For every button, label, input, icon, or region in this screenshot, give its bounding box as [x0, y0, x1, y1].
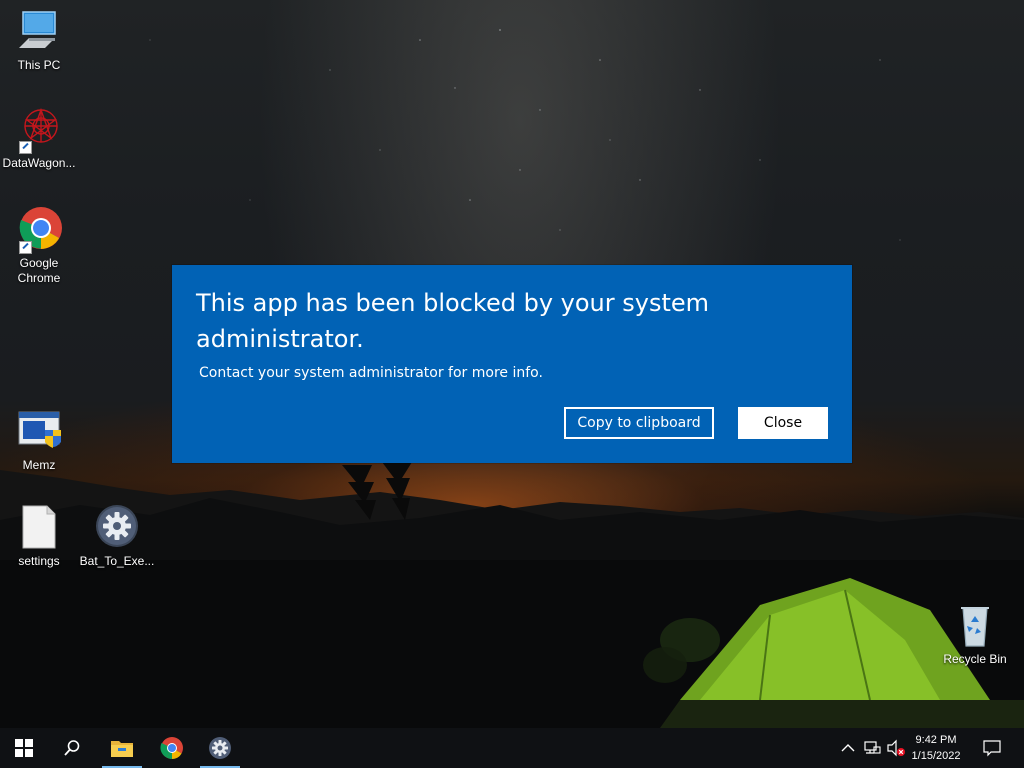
chrome-icon: [15, 206, 63, 254]
tray-clock[interactable]: 9:42 PM 1/15/2022: [906, 732, 966, 764]
dialog-message: Contact your system administrator for mo…: [199, 365, 543, 381]
blank-file-icon: [15, 504, 63, 552]
taskbar-chrome[interactable]: [148, 728, 196, 768]
desktop-icon-label: This PC: [17, 58, 61, 72]
chrome-icon: [160, 737, 183, 759]
taskbar-bat-to-exe[interactable]: [196, 728, 244, 768]
copy-to-clipboard-button[interactable]: Copy to clipboard: [564, 407, 714, 439]
desktop-icon-label: Memz: [22, 458, 56, 472]
network-icon[interactable]: [862, 738, 882, 758]
taskbar: 9:42 PM 1/15/2022: [0, 728, 1024, 768]
memz-icon: [15, 408, 63, 456]
computer-icon: [15, 8, 63, 56]
desktop-icon-recycle-bin[interactable]: Recycle Bin: [936, 602, 1014, 667]
desktop-icon-label: Recycle Bin: [943, 652, 1007, 666]
desktop-icon-this-pc[interactable]: This PC: [0, 8, 78, 73]
close-button[interactable]: Close: [738, 407, 828, 439]
desktop-icon-datawagon[interactable]: DataWagon...: [0, 106, 78, 171]
desktop-icon-label: Bat_To_Exe...: [79, 554, 155, 568]
desktop-icon-label: DataWagon...: [2, 156, 76, 170]
dialog-title: This app has been blocked by your system…: [196, 289, 710, 353]
clock-date: 1/15/2022: [911, 750, 961, 762]
desktop-icon-settings[interactable]: settings: [0, 504, 78, 569]
chevron-up-icon[interactable]: [838, 738, 858, 758]
clock-time: 9:42 PM: [915, 734, 957, 746]
search-button[interactable]: [48, 728, 96, 768]
notification-icon[interactable]: [982, 738, 1002, 758]
desktop-icon-memz[interactable]: Memz: [0, 408, 78, 473]
search-icon: [64, 740, 80, 756]
settings-gear-icon: [209, 737, 231, 759]
shortcut-arrow-icon: [19, 241, 32, 254]
gear-icon: [93, 504, 141, 552]
desktop-icon-bat-to-exe[interactable]: Bat_To_Exe...: [78, 504, 156, 569]
desktop-icon-label: settings: [18, 554, 60, 568]
blocked-app-dialog: This app has been blocked by your system…: [172, 265, 852, 463]
desktop-icon-google-chrome[interactable]: Google Chrome: [0, 206, 78, 286]
file-explorer-icon: [111, 741, 133, 757]
desktop-icon-label: Google Chrome: [17, 256, 61, 285]
datawagon-icon: [15, 106, 63, 154]
recycle-bin-icon: [951, 602, 999, 650]
shortcut-arrow-icon: [19, 141, 32, 154]
start-button[interactable]: [0, 728, 48, 768]
windows-start-icon: [15, 739, 33, 757]
volume-muted-icon[interactable]: [886, 738, 906, 758]
desktop: This PC DataWagon... Google Chrome Memz …: [0, 0, 1024, 728]
taskbar-file-explorer[interactable]: [98, 728, 146, 768]
